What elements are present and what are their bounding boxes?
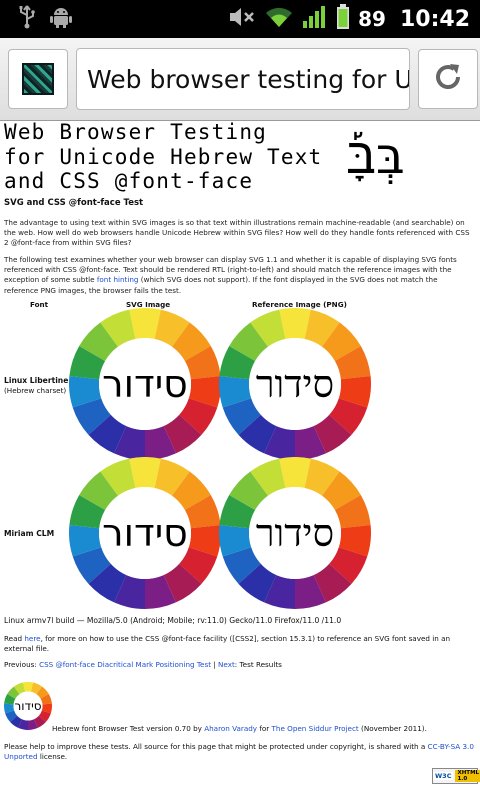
open-siddur-logo: סידור <box>3 682 52 730</box>
reference-image-miriam: סידור <box>219 457 371 609</box>
web-page: Web Browser Testing for Unicode Hebrew T… <box>0 120 480 800</box>
intro-paragraph: The advantage to using text within SVG i… <box>4 218 470 248</box>
help-text-2: license. <box>37 752 68 762</box>
status-bar: 89 10:42 <box>0 0 480 38</box>
read-more-paragraph: Read here, for more on how to use the CS… <box>4 634 474 654</box>
w3c-label: W3C <box>433 772 454 780</box>
xhtml-label: XHTML 1.0 <box>455 770 480 782</box>
read-text-2: , for more on how to use the CSS @font-f… <box>4 634 451 654</box>
page-title-text: Web browser testing for Un... <box>87 64 409 94</box>
site-identity-button[interactable] <box>8 49 68 109</box>
battery-icon <box>336 4 350 34</box>
w3c-xhtml-badge[interactable]: W3C XHTML 1.0 <box>432 768 480 784</box>
license-paragraph: Please help to improve these tests. All … <box>4 742 474 762</box>
version-text-3: (November 2011). <box>358 724 427 733</box>
wifi-icon <box>264 5 294 33</box>
here-link[interactable]: here <box>24 634 40 643</box>
mute-icon <box>228 5 256 33</box>
svg-test-word: סידור <box>102 362 188 406</box>
font-name-miriam: Miriam CLM <box>4 529 55 538</box>
previous-label: Previous: <box>4 660 40 669</box>
battery-level: 89 <box>358 7 386 31</box>
usb-icon <box>18 5 36 33</box>
project-link[interactable]: The Open Siddur Project <box>272 724 359 733</box>
banner-title: Web Browser Testing for Unicode Hebrew T… <box>4 120 323 193</box>
svg-test-image-miriam: סידור <box>69 457 221 609</box>
svg-test-word: סידור <box>102 511 188 555</box>
font-hinting-link[interactable]: font hinting <box>97 275 139 284</box>
reload-button[interactable] <box>418 49 478 109</box>
version-text-2: for <box>257 724 272 733</box>
banner-hebrew-glyphs: בְּבָּ֡ <box>346 127 405 185</box>
pagination-nav: Previous: CSS @font-face Diacritical Mar… <box>4 660 282 669</box>
previous-test-link[interactable]: CSS @font-face Diacritical Mark Position… <box>39 660 211 669</box>
signal-icon <box>302 5 328 33</box>
nav-separator: | <box>211 660 219 669</box>
next-link[interactable]: Next <box>218 660 235 669</box>
browser-toolbar: Web browser testing for Un... <box>0 38 480 121</box>
site-favicon-icon <box>22 63 54 95</box>
author-link[interactable]: Aharon Varady <box>204 724 257 733</box>
section-title: SVG and CSS @font-face Test <box>4 198 144 208</box>
logo-word: סידור <box>14 699 42 713</box>
help-text-1: Please help to improve these tests. All … <box>4 742 428 751</box>
test-description-paragraph: The following test examines whether your… <box>4 255 474 296</box>
page-banner: Web Browser Testing for Unicode Hebrew T… <box>4 120 480 193</box>
url-field[interactable]: Web browser testing for Un... <box>76 48 410 110</box>
reload-icon <box>432 61 464 97</box>
version-credit: Hebrew font Browser Test version 0.70 by… <box>52 724 427 733</box>
clock: 10:42 <box>399 6 470 32</box>
read-text-1: Read <box>4 634 25 643</box>
reference-word: סידור <box>255 361 335 406</box>
reference-image-libertine: סידור <box>219 308 371 460</box>
user-agent-string: Linux armv7l build — Mozilla/5.0 (Androi… <box>4 616 342 625</box>
version-text-1: Hebrew font Browser Test version 0.70 by <box>52 724 205 733</box>
svg-test-image-libertine: סידור <box>69 308 221 460</box>
next-target-text: : Test Results <box>234 660 282 669</box>
android-debug-icon <box>50 5 72 33</box>
column-header-font: Font <box>30 300 49 309</box>
font-name-libertine: Linux Libertine O <box>4 376 78 385</box>
font-charset-note: (Hebrew charset) <box>4 386 67 395</box>
reference-word: סידור <box>255 510 335 555</box>
